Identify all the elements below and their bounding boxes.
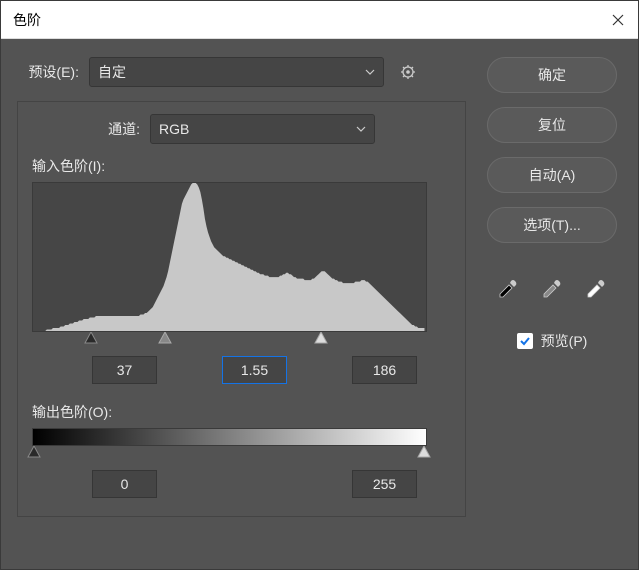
reset-button[interactable]: 复位 [487, 107, 617, 143]
preview-checkbox[interactable] [517, 333, 533, 349]
levels-panel: 通道: RGB 输入色阶(I): [17, 101, 466, 517]
histogram [32, 182, 427, 332]
preset-menu-button[interactable] [394, 58, 422, 86]
gray-point-eyedropper[interactable] [538, 275, 566, 303]
preset-dropdown[interactable]: 自定 [89, 57, 384, 87]
highlight-input[interactable] [352, 356, 417, 384]
ok-button[interactable]: 确定 [487, 57, 617, 93]
preview-label: 预览(P) [541, 331, 588, 351]
input-slider-track[interactable] [32, 332, 427, 346]
chevron-down-icon [365, 69, 375, 75]
close-icon [612, 14, 624, 26]
shadow-input[interactable] [92, 356, 157, 384]
channel-dropdown[interactable]: RGB [150, 114, 375, 144]
preset-value: 自定 [98, 62, 126, 82]
levels-dialog: 色阶 预设(E): 自定 通道: RGB [0, 0, 639, 570]
chevron-down-icon [356, 126, 366, 132]
preview-row: 预览(P) [517, 331, 588, 351]
highlight-slider[interactable] [314, 332, 328, 344]
close-button[interactable] [598, 1, 638, 39]
black-point-eyedropper[interactable] [494, 275, 522, 303]
eyedropper-icon [585, 278, 607, 300]
channel-label: 通道: [32, 119, 140, 139]
titlebar: 色阶 [1, 1, 638, 39]
auto-button[interactable]: 自动(A) [487, 157, 617, 193]
output-levels-label: 输出色阶(O): [32, 402, 451, 422]
shadow-slider[interactable] [84, 332, 98, 344]
white-point-eyedropper[interactable] [582, 275, 610, 303]
output-gradient [32, 428, 427, 446]
midtone-input[interactable] [222, 356, 287, 384]
input-levels-label: 输入色阶(I): [32, 156, 451, 176]
output-white-slider[interactable] [417, 446, 431, 458]
midtone-slider[interactable] [158, 332, 172, 344]
eyedropper-icon [541, 278, 563, 300]
channel-value: RGB [159, 121, 189, 137]
dialog-title: 色阶 [13, 10, 598, 30]
output-white-input[interactable] [352, 470, 417, 498]
output-slider-track[interactable] [32, 446, 427, 460]
gear-icon [399, 63, 417, 81]
eyedropper-group [494, 275, 610, 303]
check-icon [519, 335, 531, 347]
eyedropper-icon [497, 278, 519, 300]
options-button[interactable]: 选项(T)... [487, 207, 617, 243]
output-black-input[interactable] [92, 470, 157, 498]
output-black-slider[interactable] [27, 446, 41, 458]
preset-label: 预设(E): [17, 62, 79, 82]
